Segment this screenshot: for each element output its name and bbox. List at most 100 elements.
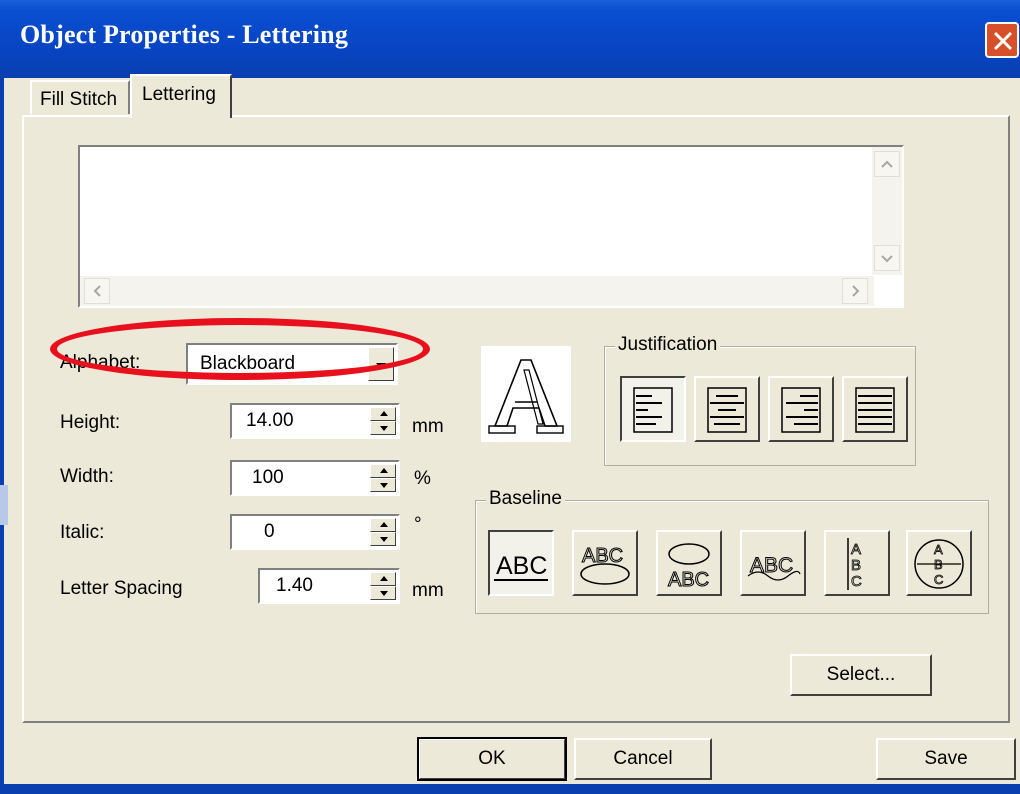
window-bottom-frame xyxy=(0,784,1020,794)
arrow-down-icon xyxy=(380,591,388,596)
vertical-scrollbar[interactable] xyxy=(872,147,902,275)
title-bar[interactable]: Object Properties - Lettering xyxy=(0,0,1020,78)
svg-text:ABC: ABC xyxy=(496,552,547,580)
chevron-down-icon xyxy=(376,363,386,369)
chevron-left-icon xyxy=(93,285,101,297)
baseline-ellipse-top-button[interactable]: ABC xyxy=(572,530,638,596)
spin-buttons[interactable] xyxy=(370,572,396,600)
spin-up-button[interactable] xyxy=(370,518,396,532)
spin-up-button[interactable] xyxy=(370,407,396,421)
letter-spacing-value: 1.40 xyxy=(276,575,313,596)
baseline-ellipse-bottom-icon: ABC xyxy=(668,543,710,592)
window-title: Object Properties - Lettering xyxy=(20,20,349,49)
width-value: 100 xyxy=(252,467,284,488)
arrow-up-icon xyxy=(380,522,388,527)
letter-spacing-spinner[interactable]: 1.40 xyxy=(258,568,400,604)
spin-down-button[interactable] xyxy=(370,421,396,435)
height-unit: mm xyxy=(412,416,444,437)
close-button[interactable] xyxy=(985,22,1019,58)
scroll-right-button[interactable] xyxy=(842,278,868,304)
alphabet-select[interactable]: Blackboard xyxy=(186,343,398,385)
font-preview-glyph-icon xyxy=(488,359,564,434)
baseline-ellipse-bottom-button[interactable]: ABC xyxy=(656,530,722,596)
select-button[interactable]: Select... xyxy=(790,654,932,696)
height-value: 14.00 xyxy=(246,410,294,431)
arrow-down-icon xyxy=(380,483,388,488)
tab-label: Fill Stitch xyxy=(40,89,118,110)
height-label: Height: xyxy=(60,412,121,433)
save-button[interactable]: Save xyxy=(876,738,1016,780)
window-edge-mark xyxy=(0,485,8,525)
spin-buttons[interactable] xyxy=(370,518,396,546)
tab-fill-stitch[interactable]: Fill Stitch xyxy=(30,80,130,114)
svg-text:ABC: ABC xyxy=(668,569,709,591)
svg-text:ABC: ABC xyxy=(750,554,793,577)
chevron-down-icon xyxy=(881,255,893,263)
svg-text:C: C xyxy=(934,572,943,587)
baseline-vertical-button[interactable]: A B C xyxy=(824,530,890,596)
italic-value: 0 xyxy=(264,521,275,542)
spin-buttons[interactable] xyxy=(370,464,396,492)
arrow-up-icon xyxy=(380,411,388,416)
baseline-wave-button[interactable]: ABC xyxy=(740,530,806,596)
font-preview xyxy=(481,346,571,442)
arrow-up-icon xyxy=(380,576,388,581)
spin-down-button[interactable] xyxy=(370,478,396,492)
scroll-up-button[interactable] xyxy=(874,151,900,177)
svg-text:B: B xyxy=(934,557,943,572)
arrow-down-icon xyxy=(380,537,388,542)
width-label: Width: xyxy=(60,466,114,487)
cancel-button[interactable]: Cancel xyxy=(574,738,712,780)
svg-text:A: A xyxy=(934,542,943,557)
horizontal-scrollbar[interactable] xyxy=(80,276,874,306)
dropdown-arrow-button[interactable] xyxy=(368,347,394,381)
spin-down-button[interactable] xyxy=(370,532,396,546)
arrow-up-icon xyxy=(380,468,388,473)
close-icon xyxy=(993,31,1013,51)
width-spinner[interactable]: 100 xyxy=(230,460,400,496)
baseline-straight-button[interactable]: ABC xyxy=(488,530,554,596)
spin-down-button[interactable] xyxy=(370,586,396,600)
italic-label: Italic: xyxy=(60,522,105,543)
align-justify-icon xyxy=(855,387,895,433)
letter-spacing-label: Letter Spacing xyxy=(60,578,183,599)
width-unit: % xyxy=(414,468,431,489)
svg-text:ABC: ABC xyxy=(582,545,623,567)
spin-up-button[interactable] xyxy=(370,572,396,586)
baseline-circle-stack-icon: A B C xyxy=(914,539,964,589)
height-spinner[interactable]: 14.00 xyxy=(230,403,400,439)
justify-right-button[interactable] xyxy=(768,376,834,442)
align-center-icon xyxy=(707,387,747,433)
baseline-caption: Baseline xyxy=(486,488,565,510)
alphabet-value: Blackboard xyxy=(200,353,296,374)
spin-buttons[interactable] xyxy=(370,407,396,435)
italic-unit: ° xyxy=(414,514,422,535)
justify-full-button[interactable] xyxy=(842,376,908,442)
ok-button[interactable]: OK xyxy=(417,737,567,781)
chevron-right-icon xyxy=(852,285,860,297)
dialog-window: Object Properties - Lettering Fill Stitc… xyxy=(0,0,1020,794)
lettering-text-area[interactable] xyxy=(78,145,904,308)
svg-text:A: A xyxy=(851,541,861,558)
alphabet-label: Alphabet: xyxy=(60,352,141,373)
justify-left-button[interactable] xyxy=(620,376,686,442)
italic-spinner[interactable]: 0 xyxy=(230,514,400,550)
justification-caption: Justification xyxy=(615,334,721,356)
baseline-ellipse-top-icon: ABC xyxy=(580,545,630,585)
baseline-wave-icon: ABC xyxy=(747,554,801,581)
align-left-icon xyxy=(633,387,673,433)
svg-text:C: C xyxy=(851,573,862,590)
spin-up-button[interactable] xyxy=(370,464,396,478)
tab-lettering[interactable]: Lettering xyxy=(130,74,232,118)
tab-label: Lettering xyxy=(142,84,216,105)
letter-spacing-unit: mm xyxy=(412,580,444,601)
justify-center-button[interactable] xyxy=(694,376,760,442)
baseline-straight-icon: ABC xyxy=(494,552,548,581)
baseline-circle-stack-button[interactable]: A B C xyxy=(906,530,972,596)
scroll-down-button[interactable] xyxy=(874,245,900,271)
svg-text:B: B xyxy=(851,557,861,574)
scroll-left-button[interactable] xyxy=(84,278,110,304)
window-left-frame xyxy=(0,78,4,794)
baseline-vertical-icon: A B C xyxy=(847,538,862,590)
align-right-icon xyxy=(781,387,821,433)
